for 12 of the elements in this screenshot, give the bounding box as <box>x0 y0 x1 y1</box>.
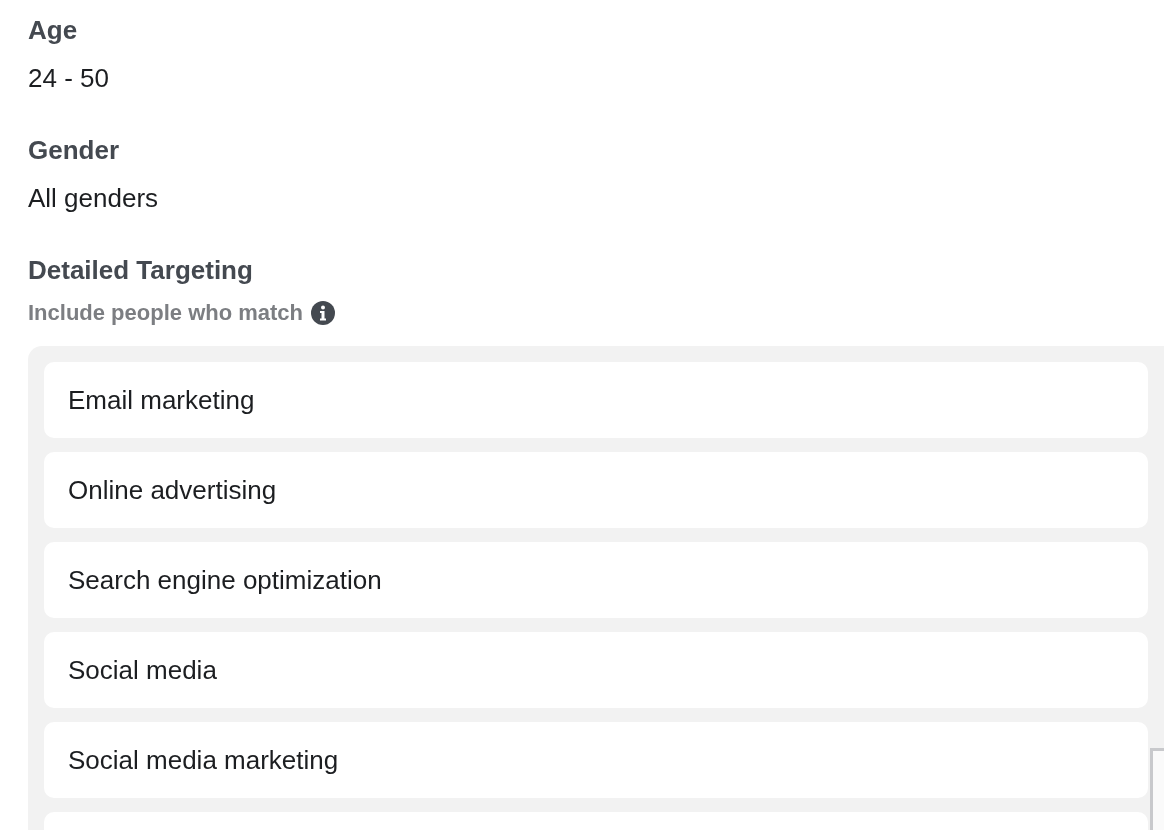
field-label: Age <box>28 14 79 47</box>
sublabel: Include people who match <box>28 299 304 327</box>
targeting-item: Online advertising <box>44 452 1148 528</box>
targeting-item: Search engine optimization <box>44 542 1148 618</box>
targeting-item: Social media <box>44 632 1148 708</box>
field-value: All genders <box>28 182 160 215</box>
field-value: 24 - 50 <box>28 62 110 95</box>
section-title: Detailed Targeting <box>28 254 254 287</box>
targeting-item: Email marketing <box>44 362 1148 438</box>
targeting-item: Social media marketing <box>44 722 1148 798</box>
field-label: Gender <box>28 134 121 167</box>
info-icon[interactable] <box>311 301 336 325</box>
